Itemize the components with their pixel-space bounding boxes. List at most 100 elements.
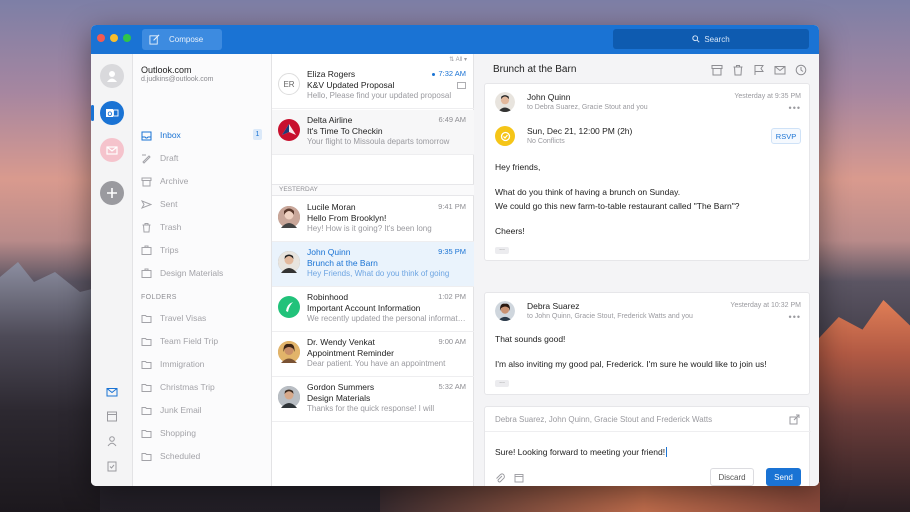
folders-section-heading: FOLDERS (141, 294, 177, 301)
trips-icon (141, 245, 152, 255)
folder-trips[interactable]: Trips (141, 242, 265, 258)
attachment-icon[interactable] (495, 473, 505, 483)
divider (485, 431, 811, 432)
folder-label: Junk Email (160, 405, 202, 415)
folder-shopping[interactable]: Shopping (141, 425, 265, 441)
mail-nav-icon[interactable] (106, 386, 118, 398)
folder-archive[interactable]: Archive (141, 173, 265, 189)
folder-trash[interactable]: Trash (141, 219, 265, 235)
message-sender: Robinhood (307, 292, 349, 302)
avatar: ER (278, 73, 300, 95)
message-item-john-quinn[interactable]: John Quinn 9:35 PM Brunch at the Barn He… (272, 242, 474, 287)
show-quoted-button[interactable]: ... (495, 378, 509, 387)
trash-icon (733, 65, 743, 76)
folder-label: Trash (160, 222, 182, 232)
message-item-lucile-moran[interactable]: Lucile Moran 9:41 PM Hello From Brooklyn… (272, 197, 474, 242)
message-sender: Lucile Moran (307, 202, 356, 212)
search-box[interactable]: Search (613, 29, 809, 49)
folder-label: Immigration (160, 359, 205, 369)
tasks-nav-icon[interactable] (106, 460, 118, 472)
calendar-insert-icon[interactable] (514, 473, 524, 483)
zoom-window-button[interactable] (123, 34, 131, 42)
people-nav-icon[interactable] (106, 435, 118, 447)
folder-design-materials[interactable]: Design Materials (141, 265, 265, 281)
more-options-button[interactable]: ••• (789, 103, 801, 113)
filter-dropdown[interactable]: ⇅ All ▾ (449, 56, 467, 63)
event-calendar-icon (495, 126, 515, 146)
profile-avatar[interactable] (100, 64, 124, 88)
minimize-window-button[interactable] (110, 34, 118, 42)
mark-unread-button[interactable] (774, 63, 786, 75)
folder-team-field-trip[interactable]: Team Field Trip (141, 333, 265, 349)
folder-sent[interactable]: Sent (141, 196, 265, 212)
message-item-robinhood[interactable]: Robinhood 1:02 PM Important Account Info… (272, 287, 474, 332)
close-window-button[interactable] (97, 34, 105, 42)
send-button[interactable]: Send (766, 468, 801, 486)
snooze-button[interactable] (795, 63, 807, 76)
folder-label: Archive (160, 176, 189, 186)
message-preview: Dear patient. You have an appointment (307, 359, 446, 368)
desktop-mountain-bottom (380, 482, 820, 512)
message-body-line: We could go this new farm-to-table resta… (495, 201, 740, 211)
thread-time: Yesterday at 10:32 PM (730, 302, 801, 309)
message-subject: K&V Updated Proposal (307, 80, 395, 90)
show-quoted-button[interactable]: ... (495, 245, 509, 254)
reply-body-text: Sure! Looking forward to meeting your fr… (495, 447, 666, 457)
folder-immigration[interactable]: Immigration (141, 356, 265, 372)
delta-logo-icon (278, 119, 300, 141)
message-preview: Your flight to Missoula departs tomorrow (307, 137, 450, 146)
message-item-eliza-rogers[interactable]: ER Eliza Rogers 7:32 AM K&V Updated Prop… (272, 64, 474, 109)
avatar (495, 92, 515, 112)
message-preview: Thanks for the quick response! I will (307, 404, 435, 413)
message-time: 6:49 AM (438, 115, 466, 124)
trash-icon (142, 222, 151, 232)
mail-account-button[interactable] (100, 138, 124, 162)
outlook-window: Compose Search O Outlook.com d.judkins@o… (91, 25, 819, 486)
message-item-delta-airline[interactable]: Delta Airline 6:49 AM It's Time To Check… (272, 110, 474, 155)
reply-body-input[interactable]: Sure! Looking forward to meeting your fr… (495, 447, 668, 457)
reply-recipients[interactable]: Debra Suarez, John Quinn, Gracie Stout a… (495, 415, 712, 424)
message-time: 9:00 AM (438, 337, 466, 346)
folder-junk-email[interactable]: Junk Email (141, 402, 265, 418)
more-options-button[interactable]: ••• (789, 312, 801, 322)
thread-message-debra-suarez: Debra Suarez to John Quinn, Gracie Stout… (484, 292, 810, 395)
discard-button[interactable]: Discard (710, 468, 754, 486)
message-body-line: Hey friends, (495, 162, 541, 172)
message-subject: Important Account Information (307, 303, 421, 313)
folder-label: Inbox (160, 130, 181, 140)
pop-out-icon[interactable] (789, 414, 800, 425)
flag-icon (754, 65, 764, 75)
flag-button[interactable] (753, 63, 765, 75)
rsvp-button[interactable]: RSVP (771, 128, 801, 144)
folder-pane: Outlook.com d.judkins@outlook.com Inbox … (133, 54, 272, 486)
filter-label: All (455, 57, 463, 63)
avatar (278, 386, 300, 408)
message-item-wendy-venkat[interactable]: Dr. Wendy Venkat 9:00 AM Appointment Rem… (272, 332, 474, 377)
account-rail: O (91, 54, 133, 486)
folder-label: Trips (160, 245, 179, 255)
folder-icon (141, 406, 152, 415)
folder-icon (141, 337, 152, 346)
delete-button[interactable] (732, 63, 744, 76)
compose-button[interactable]: Compose (142, 29, 222, 50)
outlook-account-button[interactable]: O (91, 101, 124, 125)
event-status: No Conflicts (527, 138, 565, 145)
folder-scheduled[interactable]: Scheduled (141, 448, 265, 464)
folder-label: Scheduled (160, 451, 201, 461)
message-preview: Hey Friends, What do you think of going (307, 269, 450, 278)
message-item-gordon-summers[interactable]: Gordon Summers 5:32 AM Design Materials … (272, 377, 474, 422)
unread-badge: 1 (253, 129, 262, 140)
message-body-line: That sounds good! (495, 334, 566, 344)
folder-christmas-trip[interactable]: Christmas Trip (141, 379, 265, 395)
notes-nav-icon[interactable] (106, 485, 118, 486)
folder-inbox[interactable]: Inbox 1 (141, 127, 265, 143)
calendar-nav-icon[interactable] (106, 410, 118, 422)
add-account-button[interactable] (100, 181, 124, 205)
message-subject: Design Materials (307, 393, 371, 403)
folder-travel-visas[interactable]: Travel Visas (141, 310, 265, 326)
archive-button[interactable] (711, 63, 723, 76)
sent-icon (141, 199, 152, 209)
message-subject: Brunch at the Barn (307, 258, 378, 268)
folder-draft[interactable]: Draft (141, 150, 265, 166)
archive-icon (141, 177, 152, 186)
